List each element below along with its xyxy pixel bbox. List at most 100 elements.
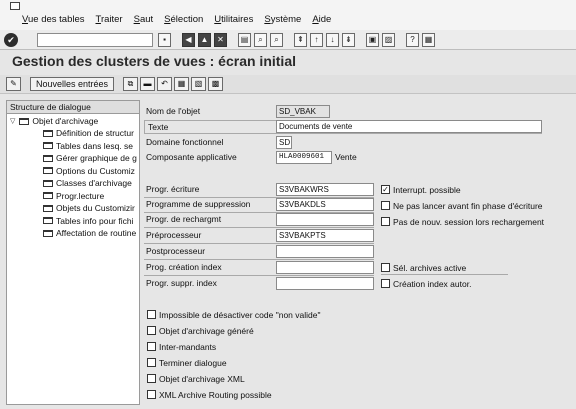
help-icon[interactable]: ? bbox=[406, 33, 419, 47]
prev-page-icon[interactable]: ↑ bbox=[310, 33, 323, 47]
cross-client-checkbox[interactable]: Inter-mandants bbox=[147, 340, 216, 353]
expand-triangle-icon[interactable]: ▽ bbox=[10, 117, 15, 125]
write-prog-field[interactable]: S3VBAKWRS bbox=[276, 183, 374, 196]
postprocessor-field[interactable] bbox=[276, 245, 374, 258]
tree-item[interactable]: Tables info pour fichi bbox=[7, 215, 139, 228]
layout-icon[interactable]: ▦ bbox=[422, 33, 435, 47]
generated-archiving-object-checkbox[interactable]: Objet d'archivage généré bbox=[147, 324, 254, 337]
menu-item-traiter[interactable]: Traiter bbox=[96, 14, 123, 25]
object-name-field: SD_VBAK bbox=[276, 105, 330, 118]
end-dialog-checkbox[interactable]: Terminer dialogue bbox=[147, 356, 227, 369]
menu-bar: Vue des tables Traiter Saut Sélection Ut… bbox=[0, 0, 576, 30]
tree-item-label: Tables dans lesq. se bbox=[56, 140, 134, 151]
interrupt-possible-checkbox[interactable]: ✓ Interrupt. possible bbox=[381, 183, 461, 196]
menu-item-saut[interactable]: Saut bbox=[134, 14, 154, 25]
toolbar-icons: ▪ ◀ ▲ ✕ ▤ ⌕ ⌕ ⇞ ↑ ↓ ⇟ ▣ ▨ ? ▦ bbox=[158, 33, 435, 47]
cancel-icon[interactable]: ✕ bbox=[214, 33, 227, 47]
folder-icon bbox=[43, 179, 53, 187]
tree-root-archiving-object[interactable]: ▽ Objet d'archivage bbox=[7, 115, 139, 127]
menu-item-vue-des-tables[interactable]: Vue des tables bbox=[22, 14, 85, 25]
index-build-label: Prog. création index bbox=[146, 262, 222, 272]
delete-prog-field[interactable]: S3VBAKDLS bbox=[276, 198, 374, 211]
no-start-before-write-end-checkbox[interactable]: Ne pas lancer avant fin phase d'écriture bbox=[381, 199, 543, 212]
deselect-all-icon[interactable]: ▩ bbox=[208, 77, 223, 91]
tree-item-label: Gérer graphique de g bbox=[56, 153, 137, 164]
tree-item-label: Affectation de routine bbox=[56, 228, 137, 239]
xml-archive-routing-checkbox[interactable]: XML Archive Routing possible bbox=[147, 388, 272, 401]
checkbox-label: Impossible de désactiver code "non valid… bbox=[159, 309, 321, 320]
tree-item-label: Options du Customiz bbox=[56, 165, 135, 176]
reload-prog-field[interactable] bbox=[276, 213, 374, 226]
find-icon[interactable]: ⌕ bbox=[254, 33, 267, 47]
tree-root-label: Objet d'archivage bbox=[32, 116, 99, 126]
checkbox-label: Ne pas lancer avant fin phase d'écriture bbox=[393, 200, 543, 211]
window-menu-icon[interactable] bbox=[10, 2, 20, 10]
tree-item[interactable]: Classes d'archivage bbox=[7, 177, 139, 190]
command-field[interactable] bbox=[37, 33, 153, 47]
checkbox-label: Interrupt. possible bbox=[393, 184, 461, 195]
application-toolbar: ✎ Nouvelles entrées ⧉ ▬ ↶ ▦ ▧ ▩ bbox=[0, 75, 576, 94]
select-block-icon[interactable]: ▧ bbox=[191, 77, 206, 91]
back-icon[interactable]: ◀ bbox=[182, 33, 195, 47]
preprocessor-field[interactable]: S3VBAKPTS bbox=[276, 229, 374, 242]
menu-item-utilitaires[interactable]: Utilitaires bbox=[214, 14, 253, 25]
tree-item-label: Objets du Customizir bbox=[56, 203, 135, 214]
postprocessor-label: Postprocesseur bbox=[146, 246, 206, 256]
index-build-field[interactable] bbox=[276, 261, 374, 274]
tree-item-label: Progr.lecture bbox=[56, 190, 105, 201]
exit-icon[interactable]: ▲ bbox=[198, 33, 211, 47]
index-delete-field[interactable] bbox=[276, 277, 374, 290]
no-new-session-reload-checkbox[interactable]: Pas de nouv. session lors rechargement bbox=[381, 215, 544, 228]
tree-item[interactable]: Définition de structur bbox=[7, 127, 139, 140]
folder-icon bbox=[43, 167, 53, 175]
cannot-deactivate-invalid-checkbox[interactable]: Impossible de désactiver code "non valid… bbox=[147, 308, 321, 321]
write-prog-label: Progr. écriture bbox=[146, 184, 200, 194]
main-menu: Vue des tables Traiter Saut Sélection Ut… bbox=[22, 14, 331, 25]
reload-prog-label: Progr. de rechargmt bbox=[146, 214, 222, 224]
index-delete-label: Progr. suppr. index bbox=[146, 278, 217, 288]
save-icon[interactable]: ▪ bbox=[158, 33, 171, 47]
next-page-icon[interactable]: ↓ bbox=[326, 33, 339, 47]
delete-icon[interactable]: ▬ bbox=[140, 77, 155, 91]
xml-archiving-object-checkbox[interactable]: Objet d'archivage XML bbox=[147, 372, 245, 385]
shortcut-icon[interactable]: ▨ bbox=[382, 33, 395, 47]
checkbox-label: Terminer dialogue bbox=[159, 357, 227, 368]
checkbox-label: Création index autor. bbox=[393, 278, 472, 289]
tree-item[interactable]: Progr.lecture bbox=[7, 190, 139, 203]
folder-icon bbox=[43, 142, 53, 150]
first-page-icon[interactable]: ⇞ bbox=[294, 33, 307, 47]
tree-item[interactable]: Objets du Customizir bbox=[7, 202, 139, 215]
tree-item[interactable]: Gérer graphique de g bbox=[7, 152, 139, 165]
tree-item[interactable]: Tables dans lesq. se bbox=[7, 140, 139, 153]
copy-icon[interactable]: ⧉ bbox=[123, 77, 138, 91]
select-all-icon[interactable]: ▦ bbox=[174, 77, 189, 91]
archive-selection-active-checkbox[interactable]: Sél. archives active bbox=[381, 261, 466, 274]
new-session-icon[interactable]: ▣ bbox=[366, 33, 379, 47]
enter-check-icon[interactable]: ✔ bbox=[4, 33, 18, 47]
folder-icon bbox=[43, 229, 53, 237]
tree-item[interactable]: Affectation de routine bbox=[7, 227, 139, 240]
menu-item-selection[interactable]: Sélection bbox=[164, 14, 203, 25]
checkbox-label: XML Archive Routing possible bbox=[159, 389, 272, 400]
text-field[interactable]: Documents de vente bbox=[276, 120, 542, 133]
tree-item-label: Définition de structur bbox=[56, 128, 134, 139]
print-icon[interactable]: ▤ bbox=[238, 33, 251, 47]
app-component-field[interactable]: HLA0009601 bbox=[276, 151, 332, 164]
find-next-icon[interactable]: ⌕ bbox=[270, 33, 283, 47]
domain-label: Domaine fonctionnel bbox=[146, 137, 224, 147]
menu-item-aide[interactable]: Aide bbox=[312, 14, 331, 25]
object-name-label: Nom de l'objet bbox=[146, 106, 201, 116]
undo-icon[interactable]: ↶ bbox=[157, 77, 172, 91]
menu-item-systeme[interactable]: Système bbox=[264, 14, 301, 25]
folder-icon bbox=[43, 129, 53, 137]
index-build-allowed-checkbox[interactable]: Création index autor. bbox=[381, 277, 471, 290]
tree-item[interactable]: Options du Customiz bbox=[7, 165, 139, 178]
checkbox-label: Pas de nouv. session lors rechargement bbox=[393, 216, 545, 227]
checkbox-label: Inter-mandants bbox=[159, 341, 217, 352]
new-entries-button[interactable]: Nouvelles entrées bbox=[30, 77, 115, 91]
display-change-icon[interactable]: ✎ bbox=[6, 77, 21, 91]
domain-field[interactable]: SD bbox=[276, 136, 292, 149]
checkbox-label: Objet d'archivage XML bbox=[159, 373, 245, 384]
folder-icon bbox=[43, 204, 53, 212]
last-page-icon[interactable]: ⇟ bbox=[342, 33, 355, 47]
